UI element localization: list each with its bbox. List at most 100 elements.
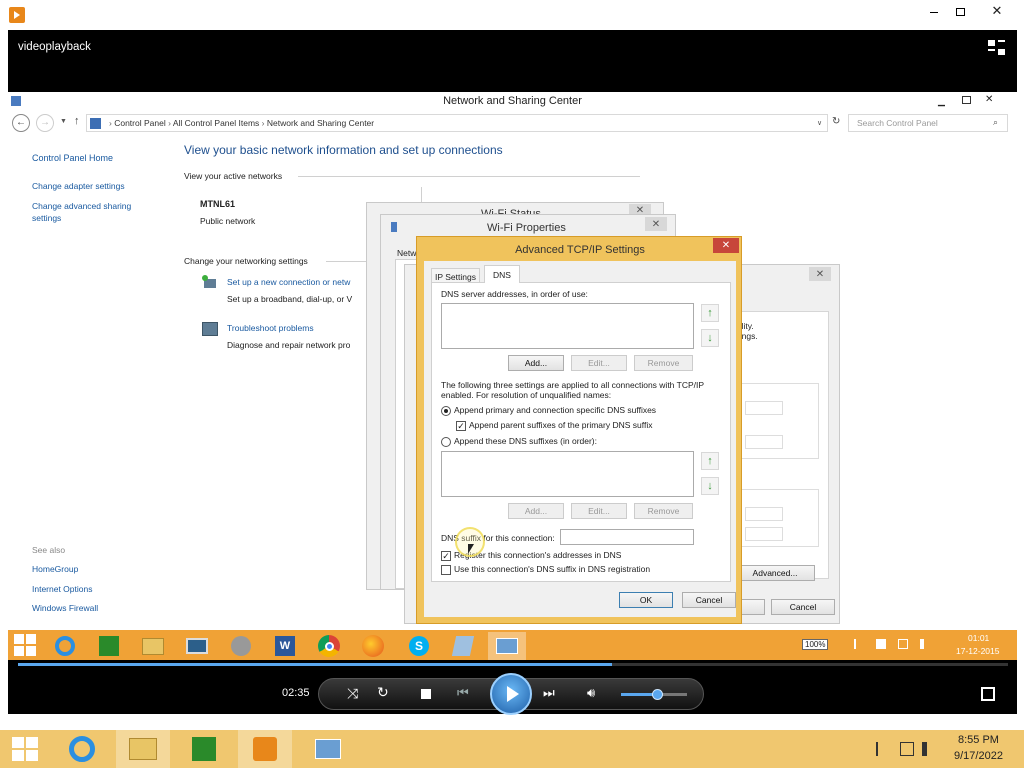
power-tray-icon[interactable] [898, 639, 908, 649]
change-adapter-settings-link[interactable]: Change adapter settings [32, 181, 125, 191]
suffix-move-up-icon[interactable]: ↑ [701, 452, 719, 470]
up-icon[interactable]: ↑ [74, 115, 80, 127]
register-checkbox[interactable]: ✓ [441, 551, 451, 561]
monitor-icon[interactable] [178, 632, 216, 660]
tcpip-ok-button[interactable]: OK [619, 592, 673, 608]
network-settings-icon[interactable] [488, 632, 526, 660]
battery-indicator[interactable]: 100% [802, 639, 829, 650]
back-icon[interactable]: ← [12, 114, 30, 132]
stop-icon[interactable] [421, 689, 431, 699]
settings-app-icon[interactable] [222, 632, 260, 660]
ipv4-field[interactable] [745, 435, 783, 449]
ipv4-close-button[interactable]: ✕ [809, 267, 831, 281]
advanced-button[interactable]: Advanced... [735, 565, 815, 581]
ipv4-field[interactable] [745, 401, 783, 415]
switch-view-icon[interactable] [988, 40, 1006, 56]
recent-pages-icon[interactable]: ▼ [60, 118, 67, 125]
address-dropdown-icon[interactable]: ∨ [817, 119, 822, 127]
network-restore-button[interactable] [962, 96, 971, 104]
tcpip-close-button[interactable]: ✕ [713, 238, 739, 253]
play-button[interactable] [490, 673, 532, 715]
append-these-radio[interactable] [441, 437, 451, 447]
firefox-icon[interactable] [354, 632, 392, 660]
word-icon[interactable]: W [266, 632, 304, 660]
notepad-icon[interactable] [444, 632, 482, 660]
dns-servers-list[interactable] [441, 303, 694, 349]
tcpip-body: IP Settings DNS DNS server addresses, in… [424, 261, 736, 617]
previous-icon[interactable]: ⏮ [457, 685, 469, 701]
outer-player-icon[interactable] [238, 730, 292, 768]
dns-suffix-list[interactable] [441, 451, 694, 497]
volume-tray-icon[interactable] [920, 639, 930, 649]
append-primary-radio[interactable] [441, 406, 451, 416]
outer-explorer-icon[interactable] [116, 730, 170, 768]
network-tray-icon[interactable] [876, 639, 886, 649]
network-close-button[interactable]: ✕ [985, 94, 993, 105]
breadcrumb-item[interactable]: Control Panel [114, 118, 166, 128]
file-explorer-icon[interactable] [134, 632, 172, 660]
ipv4-field[interactable] [745, 507, 783, 521]
use-suffix-checkbox[interactable] [441, 565, 451, 575]
search-placeholder: Search Control Panel [857, 118, 938, 128]
ie-icon[interactable] [46, 632, 84, 660]
dns-add-button[interactable]: Add... [508, 355, 564, 371]
outer-ie-icon[interactable] [60, 730, 104, 768]
move-up-icon[interactable]: ↑ [701, 304, 719, 322]
ipv4-cancel-button[interactable]: Cancel [771, 599, 835, 615]
search-input[interactable]: Search Control Panel ⌕ [848, 114, 1008, 132]
player-progress-bar[interactable] [18, 663, 1008, 666]
next-icon[interactable]: ⏭ [543, 685, 555, 701]
change-advanced-sharing-link[interactable]: Change advanced sharing settings [32, 200, 152, 224]
shuffle-icon[interactable]: ⤨ [347, 685, 358, 702]
inner-start-icon[interactable] [14, 634, 36, 656]
internet-options-link[interactable]: Internet Options [32, 584, 92, 594]
suffix-add-button[interactable]: Add... [508, 503, 564, 519]
chrome-icon[interactable] [310, 632, 348, 660]
network-type: Public network [200, 216, 256, 226]
outer-network-icon[interactable] [304, 730, 352, 768]
dns-remove-button[interactable]: Remove [634, 355, 693, 371]
append-parent-checkbox[interactable]: ✓ [456, 421, 466, 431]
minimize-button[interactable] [924, 5, 944, 19]
dns-servers-label: DNS server addresses, in order of use: [441, 289, 588, 299]
address-field[interactable]: › Control Panel › All Control Panel Item… [86, 114, 828, 132]
ipv4-ok-button[interactable] [741, 599, 765, 615]
breadcrumb-item[interactable]: All Control Panel Items [173, 118, 259, 128]
refresh-icon[interactable]: ↻ [832, 116, 840, 127]
outer-store-icon[interactable] [182, 730, 226, 768]
tcpip-cancel-button[interactable]: Cancel [682, 592, 736, 608]
ipv4-field[interactable] [745, 527, 783, 541]
close-button[interactable]: ✕ [978, 2, 1016, 20]
dns-suffix-input[interactable] [560, 529, 694, 545]
forward-icon[interactable]: → [36, 114, 54, 132]
setup-connection-link[interactable]: Set up a new connection or netw [227, 277, 350, 287]
outer-start-icon[interactable] [12, 737, 38, 761]
outer-flag-icon[interactable] [876, 742, 888, 756]
tab-dns[interactable]: DNS [484, 265, 520, 283]
suffix-edit-button[interactable]: Edit... [571, 503, 627, 519]
volume-slider[interactable] [621, 689, 687, 700]
windows-firewall-link[interactable]: Windows Firewall [32, 603, 98, 613]
outer-network-tray-icon[interactable] [900, 742, 914, 756]
move-down-icon[interactable]: ↓ [701, 329, 719, 347]
breadcrumb-item[interactable]: Network and Sharing Center [267, 118, 374, 128]
maximize-button[interactable] [950, 5, 970, 19]
suffix-move-down-icon[interactable]: ↓ [701, 477, 719, 495]
wifi-properties-close-button[interactable]: ✕ [645, 217, 667, 231]
volume-slider-knob[interactable] [652, 689, 664, 700]
store-icon[interactable] [90, 632, 128, 660]
troubleshoot-link[interactable]: Troubleshoot problems [227, 323, 314, 333]
fullscreen-icon[interactable] [981, 687, 995, 701]
repeat-icon[interactable]: ↻ [377, 684, 389, 701]
dns-edit-button[interactable]: Edit... [571, 355, 627, 371]
suffix-remove-button[interactable]: Remove [634, 503, 693, 519]
control-panel-home-link[interactable]: Control Panel Home [32, 153, 113, 163]
wifi-properties-tab[interactable]: Netw [397, 248, 416, 258]
flag-icon[interactable] [854, 639, 864, 649]
outer-volume-tray-icon[interactable] [922, 742, 936, 756]
skype-icon[interactable]: S [400, 632, 438, 660]
network-minimize-button[interactable]: ▁ [938, 96, 945, 107]
homegroup-link[interactable]: HomeGroup [32, 564, 78, 574]
volume-icon[interactable]: 🔊︎ [587, 685, 595, 701]
change-settings-label: Change your networking settings [184, 256, 308, 266]
